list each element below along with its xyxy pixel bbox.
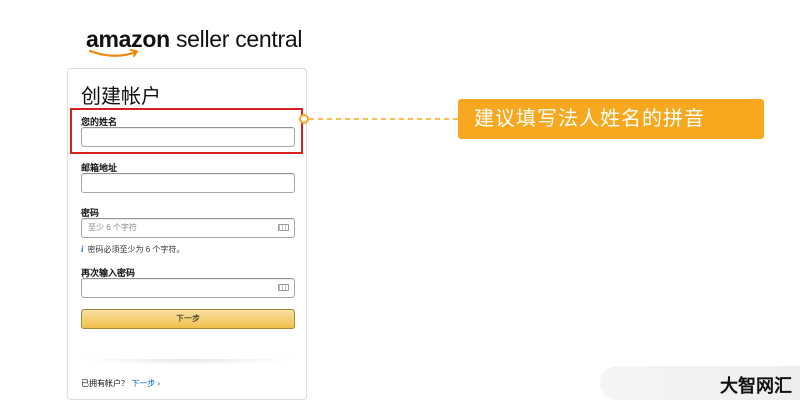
signin-prompt: 已拥有帐户？ 下一步 › — [81, 378, 160, 389]
next-link[interactable]: 下一步 › — [131, 379, 160, 388]
callout-banner: 建议填写法人姓名的拼音 — [458, 99, 764, 139]
callout-connector — [299, 114, 459, 124]
divider — [81, 359, 295, 365]
password-placeholder: 至少 6 个字符 — [88, 223, 137, 232]
amazon-seller-central-logo: amazon seller central — [86, 26, 303, 57]
info-icon: i — [81, 244, 84, 254]
next-button[interactable]: 下一步 — [81, 309, 295, 329]
watermark: 大智网汇 — [600, 366, 800, 400]
amazon-smile-icon — [88, 49, 139, 57]
callout-text: 建议填写法人姓名的拼音 — [474, 108, 705, 130]
password-input[interactable]: 至少 6 个字符 — [81, 218, 295, 238]
logo-suffix: seller central — [175, 26, 303, 52]
keyboard-icon[interactable] — [278, 224, 289, 231]
email-input[interactable] — [81, 173, 295, 193]
watermark-text: 大智网汇 — [720, 376, 792, 396]
keyboard-icon[interactable] — [278, 284, 289, 291]
password-hint: i 密码必须至少为 6 个字符。 — [81, 244, 184, 255]
have-account-text: 已拥有帐户？ — [81, 379, 129, 388]
name-input[interactable] — [81, 127, 295, 147]
confirm-password-input[interactable] — [81, 278, 295, 298]
password-hint-text: 密码必须至少为 6 个字符。 — [87, 245, 185, 254]
create-account-card: 创建帐户 您的姓名 邮箱地址 密码 至少 6 个字符 i 密码必须至少为 6 个字… — [67, 68, 307, 400]
page-title: 创建帐户 — [81, 86, 161, 108]
